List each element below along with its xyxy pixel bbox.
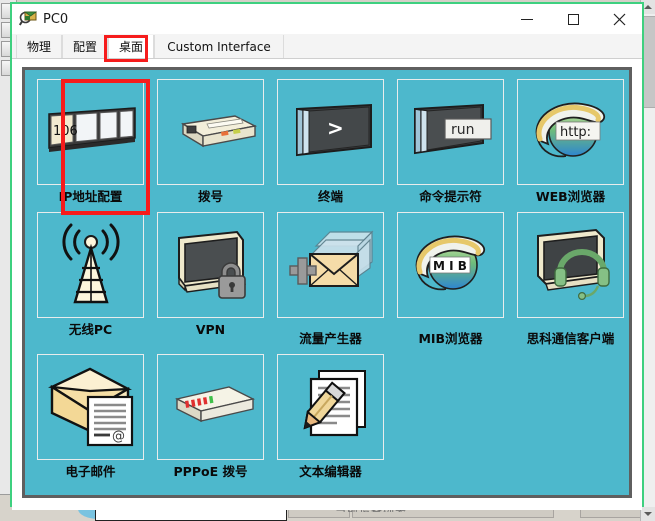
desktop-item-label: IP地址配置: [58, 189, 123, 204]
desktop-item-cisco-ip-communicator[interactable]: 思科通信客户端: [517, 211, 624, 354]
desktop-item-vpn[interactable]: VPN: [157, 211, 264, 354]
tab-label: 配置: [73, 40, 98, 54]
desktop-item-tile[interactable]: [277, 353, 384, 460]
desktop-item-label: 思科通信客户端: [526, 330, 615, 346]
desktop-item-label: 流量产生器: [299, 330, 362, 346]
vpn-lock-icon: [177, 230, 246, 299]
desktop-item-label: 文本编辑器: [299, 463, 362, 479]
desktop-item-tile[interactable]: M I B: [397, 211, 504, 318]
tab-bar: 物理 配置 桌面 Custom Interface: [12, 34, 642, 62]
wireless-tower-icon: [61, 223, 120, 303]
desktop-item-tile[interactable]: [157, 79, 264, 185]
command-prompt-badge: run: [451, 122, 475, 138]
desktop-item-label: 无线PC: [68, 321, 113, 337]
desktop-item-ip-configuration[interactable]: 106 IP地址配置: [37, 79, 144, 212]
traffic-generator-icon: [288, 230, 373, 287]
tab-custom-interface[interactable]: Custom Interface: [154, 35, 285, 58]
tab-label: 物理: [27, 40, 52, 54]
close-icon: [613, 13, 625, 25]
maximize-button[interactable]: [550, 4, 596, 34]
tab-desktop[interactable]: 桌面: [108, 35, 155, 58]
window-body: 106 IP地址配置 拨号 > 终端 run 命令提示符 http: WEB浏览…: [12, 59, 642, 511]
window-titlebar[interactable]: PC0: [12, 4, 642, 34]
desktop-item-tile[interactable]: @: [37, 353, 144, 460]
desktop-item-tile[interactable]: [157, 353, 264, 460]
mib-browser-icon: M I B: [415, 235, 485, 291]
desktop-item-label: 电子邮件: [65, 463, 116, 479]
desktop-item-mib-browser[interactable]: M I B MIB浏览器: [397, 211, 504, 354]
desktop-item-terminal[interactable]: > 终端: [277, 79, 384, 212]
desktop-item-tile[interactable]: http:: [517, 79, 624, 185]
desktop-item-traffic-generator[interactable]: 流量产生器: [277, 211, 384, 354]
svg-text:>: >: [327, 116, 344, 140]
desktop-icon-grid: 106 IP地址配置 拨号 > 终端 run 命令提示符 http: WEB浏览…: [37, 79, 624, 487]
mib-browser-badge: M I B: [433, 259, 467, 273]
web-browser-icon: http:: [535, 102, 605, 158]
scroll-down-arrow-icon[interactable]: [641, 507, 655, 521]
ip-configuration-badge: 106: [53, 124, 78, 139]
desktop-item-label: VPN: [195, 321, 226, 337]
desktop-item-tile[interactable]: >: [277, 79, 384, 185]
desktop-item-tile[interactable]: [517, 211, 624, 318]
desktop-item-wireless-pc[interactable]: 无线PC: [37, 211, 144, 354]
text-editor-icon: [303, 369, 366, 436]
ip-configuration-icon: 106: [47, 107, 136, 152]
pppoe-dialer-icon: [174, 385, 255, 422]
desktop-item-label: PPPoE 拨号: [173, 463, 248, 479]
maximize-icon: [567, 13, 579, 25]
dial-up-modem-icon: [180, 115, 257, 148]
desktop-item-tile[interactable]: run: [397, 79, 504, 185]
window-controls: [504, 4, 642, 34]
cisco-ip-communicator-icon: [536, 228, 610, 300]
desktop-item-pppoe-dialer[interactable]: PPPoE 拨号: [157, 353, 264, 487]
desktop-item-text-editor[interactable]: 文本编辑器: [277, 353, 384, 487]
email-icon: @: [47, 367, 133, 446]
desktop-item-label: WEB浏览器: [535, 189, 606, 204]
desktop-item-label: 拨号: [197, 189, 223, 204]
desktop-item-tile[interactable]: [277, 211, 384, 318]
tab-config[interactable]: 配置: [62, 35, 109, 58]
tab-physical[interactable]: 物理: [16, 35, 63, 58]
command-prompt-icon: run: [413, 103, 492, 155]
desktop-item-label: 终端: [317, 189, 343, 204]
close-button[interactable]: [596, 4, 642, 34]
tab-label: Custom Interface: [167, 39, 271, 54]
desktop-item-tile[interactable]: 106: [37, 79, 144, 185]
window-title: PC0: [43, 11, 69, 27]
tab-label: 桌面: [119, 40, 144, 54]
svg-text:@: @: [112, 429, 125, 444]
minimize-button[interactable]: [504, 4, 550, 34]
desktop-item-label: MIB浏览器: [418, 330, 483, 346]
desktop-item-web-browser[interactable]: http: WEB浏览器: [517, 79, 624, 212]
desktop-panel: 106 IP地址配置 拨号 > 终端 run 命令提示符 http: WEB浏览…: [22, 67, 632, 499]
web-browser-badge: http:: [560, 125, 591, 140]
desktop-item-label: 命令提示符: [419, 189, 482, 204]
pc0-window: PC0 物理 配置 桌面 Custom Interface 106 IP地址配置…: [10, 2, 644, 511]
desktop-item-command-prompt[interactable]: run 命令提示符: [397, 79, 504, 212]
terminal-icon: >: [295, 103, 372, 157]
packet-tracer-device-icon: [19, 11, 37, 27]
desktop-item-email[interactable]: @ 电子邮件: [37, 353, 144, 487]
desktop-item-tile[interactable]: [37, 211, 144, 318]
minimize-icon: [521, 18, 533, 20]
desktop-item-dial-up[interactable]: 拨号: [157, 79, 264, 212]
desktop-item-tile[interactable]: [157, 211, 264, 318]
